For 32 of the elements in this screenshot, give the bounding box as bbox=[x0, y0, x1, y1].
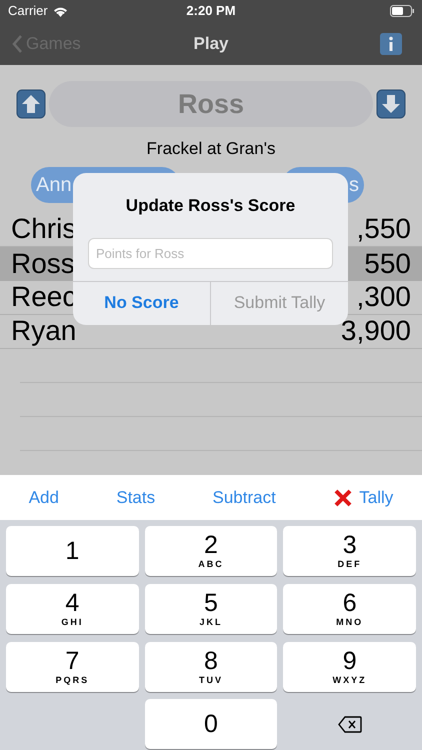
chevron-left-icon bbox=[12, 34, 23, 54]
player-score: ,300 bbox=[356, 280, 411, 314]
cross-icon bbox=[333, 488, 354, 508]
keypad-key[interactable]: 4 GHI bbox=[6, 584, 139, 634]
battery-icon bbox=[390, 5, 414, 17]
backspace-icon[interactable] bbox=[338, 716, 362, 733]
keypad-key[interactable]: 1 bbox=[6, 526, 139, 576]
keypad-key[interactable]: 8 TUV bbox=[144, 642, 278, 692]
player-score: 550 bbox=[364, 246, 411, 280]
points-field[interactable]: Points for Ross bbox=[88, 238, 333, 268]
player-name: Chris bbox=[11, 212, 76, 246]
keypad-key[interactable]: 5 JKL bbox=[144, 584, 278, 634]
info-icon[interactable] bbox=[380, 32, 402, 54]
toolbar-button[interactable]: Tally bbox=[333, 484, 394, 510]
keypad-key[interactable]: 7 PQRS bbox=[6, 642, 139, 692]
clock: 2:20 PM bbox=[186, 2, 236, 20]
keypad-key[interactable]: 0 bbox=[144, 699, 278, 750]
keypad-key[interactable]: 3 DEF bbox=[283, 526, 416, 576]
player-name-field: Ross bbox=[49, 81, 373, 127]
wifi-icon bbox=[52, 6, 68, 16]
carrier-label: Carrier bbox=[8, 2, 48, 20]
player-name: Ross bbox=[11, 246, 75, 280]
player-score: ,550 bbox=[356, 212, 411, 246]
alert-title: Update Ross's Score bbox=[124, 195, 296, 217]
nav-title: Play bbox=[194, 32, 228, 55]
game-title: Frackel at Gran's bbox=[146, 139, 276, 158]
keypad-key[interactable]: 6 MNO bbox=[283, 584, 416, 634]
keypad-key[interactable]: 2 ABC bbox=[144, 526, 278, 576]
toolbar-button[interactable]: Subtract bbox=[212, 484, 276, 510]
keypad-key[interactable]: 9 WXYZ bbox=[283, 642, 416, 692]
toolbar-button[interactable]: Add bbox=[28, 484, 59, 510]
toolbar-button[interactable]: Stats bbox=[116, 484, 156, 510]
